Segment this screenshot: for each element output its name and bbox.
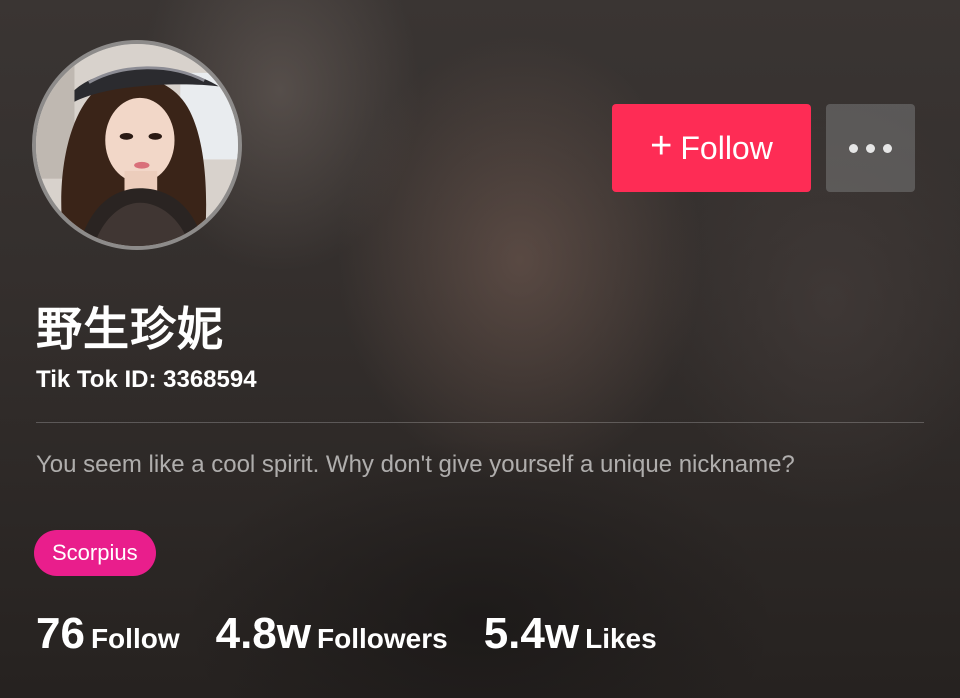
display-name: 野生珍妮: [36, 303, 224, 355]
likes-label: Likes: [585, 623, 657, 654]
bio-text: You seem like a cool spirit. Why don't g…: [36, 451, 795, 478]
followers-stat[interactable]: 4.8w Followers: [216, 612, 448, 656]
following-label: Follow: [90, 623, 180, 654]
avatar-image: [36, 44, 238, 246]
divider: [36, 422, 924, 423]
follow-button[interactable]: + Follow: [612, 104, 811, 192]
avatar[interactable]: [32, 40, 242, 250]
follow-button-label: Follow: [680, 130, 773, 166]
plus-icon: +: [650, 125, 673, 167]
more-dots-icon: [849, 143, 858, 153]
following-stat[interactable]: 76 Follow: [36, 612, 180, 656]
followers-label: Followers: [317, 623, 448, 654]
more-options-button[interactable]: [826, 104, 915, 192]
likes-stat[interactable]: 5.4w Likes: [484, 612, 657, 656]
profile-stats: 76 Follow 4.8w Followers 5.4w Likes: [36, 612, 657, 672]
tiktok-id: Tik Tok ID: 3368594: [36, 366, 257, 393]
likes-count: 5.4w: [483, 609, 580, 658]
zodiac-tag: Scorpius: [34, 530, 156, 576]
more-dots-icon: [883, 143, 892, 153]
following-count: 76: [36, 609, 85, 658]
followers-count: 4.8w: [215, 609, 311, 658]
more-dots-icon: [866, 143, 875, 153]
